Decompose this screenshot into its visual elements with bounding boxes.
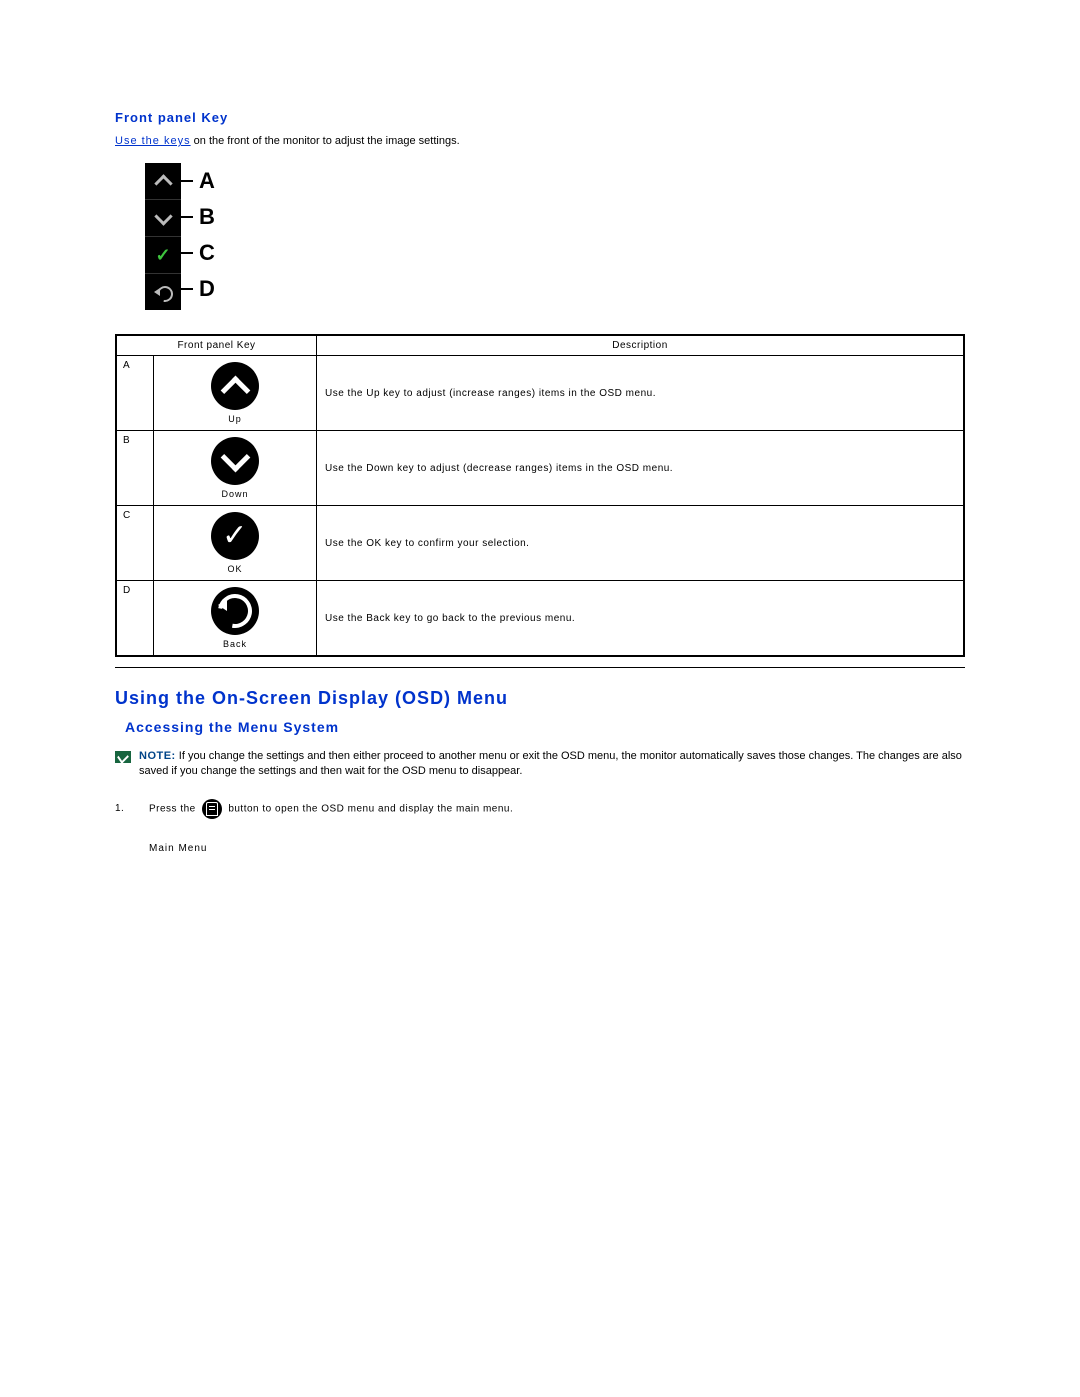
step-text: Press the button to open the OSD menu an… [149, 799, 513, 819]
check-icon: ✓ [154, 246, 172, 264]
front-panel-figure: ✓ A B C D [145, 163, 965, 310]
row-letter: B [116, 431, 154, 506]
intro-tail: on the front of the monitor to adjust th… [191, 135, 460, 147]
note-icon [115, 751, 131, 763]
table-row: D Back Use the Back key to go back to th… [116, 581, 964, 657]
step-number: 1. [115, 803, 131, 814]
row-caption: Down [160, 489, 310, 499]
down-button-icon [211, 437, 259, 485]
chevron-down-icon [154, 209, 172, 227]
panel-button-strip: ✓ [145, 163, 181, 310]
use-the-keys-link[interactable]: Use the keys [115, 135, 191, 147]
section-divider [115, 667, 965, 668]
label-b: B [199, 204, 215, 230]
row-description: Use the OK key to confirm your selection… [317, 506, 965, 581]
accessing-menu-heading: Accessing the Menu System [125, 719, 965, 735]
row-caption: OK [160, 564, 310, 574]
step-1: 1. Press the button to open the OSD menu… [115, 799, 965, 819]
note-lead: NOTE: [139, 750, 176, 762]
row-description: Use the Down key to adjust (decrease ran… [317, 431, 965, 506]
row-description: Use the Back key to go back to the previ… [317, 581, 965, 657]
up-button-icon [211, 362, 259, 410]
col-header-key: Front panel Key [116, 335, 317, 356]
menu-button-icon [202, 799, 222, 819]
front-panel-key-heading: Front panel Key [115, 110, 965, 125]
front-panel-key-table: Front panel Key Description A Up Use the… [115, 334, 965, 657]
col-header-desc: Description [317, 335, 965, 356]
table-row: B Down Use the Down key to adjust (decre… [116, 431, 964, 506]
label-c: C [199, 240, 215, 266]
row-caption: Up [160, 414, 310, 424]
row-letter: A [116, 356, 154, 431]
step-pre: Press the [149, 803, 199, 814]
back-button-icon [211, 587, 259, 635]
main-menu-label: Main Menu [149, 843, 965, 854]
note-body: If you change the settings and then eith… [139, 750, 962, 777]
back-icon [154, 283, 172, 301]
panel-labels: A B C D [181, 163, 215, 307]
table-row: C ✓ OK Use the OK key to confirm your se… [116, 506, 964, 581]
row-caption: Back [160, 639, 310, 649]
step-post: button to open the OSD menu and display … [228, 803, 513, 814]
ok-button-icon: ✓ [211, 512, 259, 560]
row-letter: C [116, 506, 154, 581]
row-letter: D [116, 581, 154, 657]
osd-menu-heading: Using the On-Screen Display (OSD) Menu [115, 688, 965, 709]
label-a: A [199, 168, 215, 194]
front-panel-intro: Use the keys on the front of the monitor… [115, 135, 965, 147]
note-block: NOTE: If you change the settings and the… [115, 749, 965, 779]
label-d: D [199, 276, 215, 302]
table-row: A Up Use the Up key to adjust (increase … [116, 356, 964, 431]
row-description: Use the Up key to adjust (increase range… [317, 356, 965, 431]
chevron-up-icon [154, 172, 172, 190]
